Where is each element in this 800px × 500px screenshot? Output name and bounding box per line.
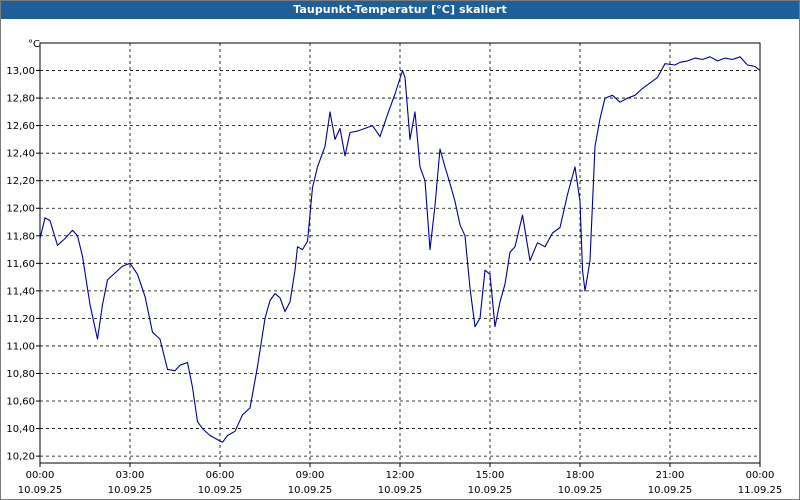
x-tick-date-label: 10.09.25 [378, 485, 423, 496]
x-tick-time-label: 06:00 [206, 470, 235, 481]
y-tick-label: 11,60 [6, 259, 35, 270]
y-tick-label: 11,80 [6, 231, 35, 242]
x-tick-time-label: 09:00 [296, 470, 325, 481]
y-tick-label: 12,00 [6, 204, 35, 215]
x-tick-time-label: 18:00 [566, 470, 595, 481]
y-tick-label: 13,00 [6, 66, 35, 77]
x-tick-time-label: 00:00 [746, 470, 775, 481]
x-tick-time-label: 03:00 [116, 470, 145, 481]
x-tick-date-label: 10.09.25 [198, 485, 243, 496]
x-tick-time-label: 12:00 [386, 470, 415, 481]
x-tick-date-label: 10.09.25 [558, 485, 603, 496]
y-tick-label: 11,20 [6, 314, 35, 325]
y-tick-label: 10,40 [6, 424, 35, 435]
y-unit-label: °C [28, 39, 40, 50]
y-tick-label: 10,20 [6, 452, 35, 463]
x-tick-date-label: 10.09.25 [468, 485, 513, 496]
x-tick-date-label: 10.09.25 [18, 485, 63, 496]
y-tick-label: 10,60 [6, 397, 35, 408]
y-tick-label: 12,20 [6, 176, 35, 187]
chart-plot-area: °C 13,00 12,80 12,60 12,40 12,20 12,00 11,80 11,… [6, 39, 783, 496]
x-tick-time-label: 15:00 [476, 470, 505, 481]
x-tick-date-label: 11.09.25 [738, 485, 783, 496]
x-tick-time-label: 21:00 [656, 470, 685, 481]
y-tick-label: 10,80 [6, 369, 35, 380]
x-tick-date-label: 10.09.25 [648, 485, 693, 496]
y-tick-label: 12,80 [6, 94, 35, 105]
x-tick-date-label: 10.09.25 [108, 485, 153, 496]
y-tick-label: 12,40 [6, 149, 35, 160]
chart-window: Taupunkt-Temperatur [°C] skaliert °C 13,0… [0, 0, 800, 500]
y-tick-label: 11,40 [6, 286, 35, 297]
y-tick-label: 12,60 [6, 121, 35, 132]
y-tick-label: 11,00 [6, 341, 35, 352]
x-tick-date-label: 10.09.25 [288, 485, 333, 496]
x-tick-time-label: 00:00 [26, 470, 55, 481]
